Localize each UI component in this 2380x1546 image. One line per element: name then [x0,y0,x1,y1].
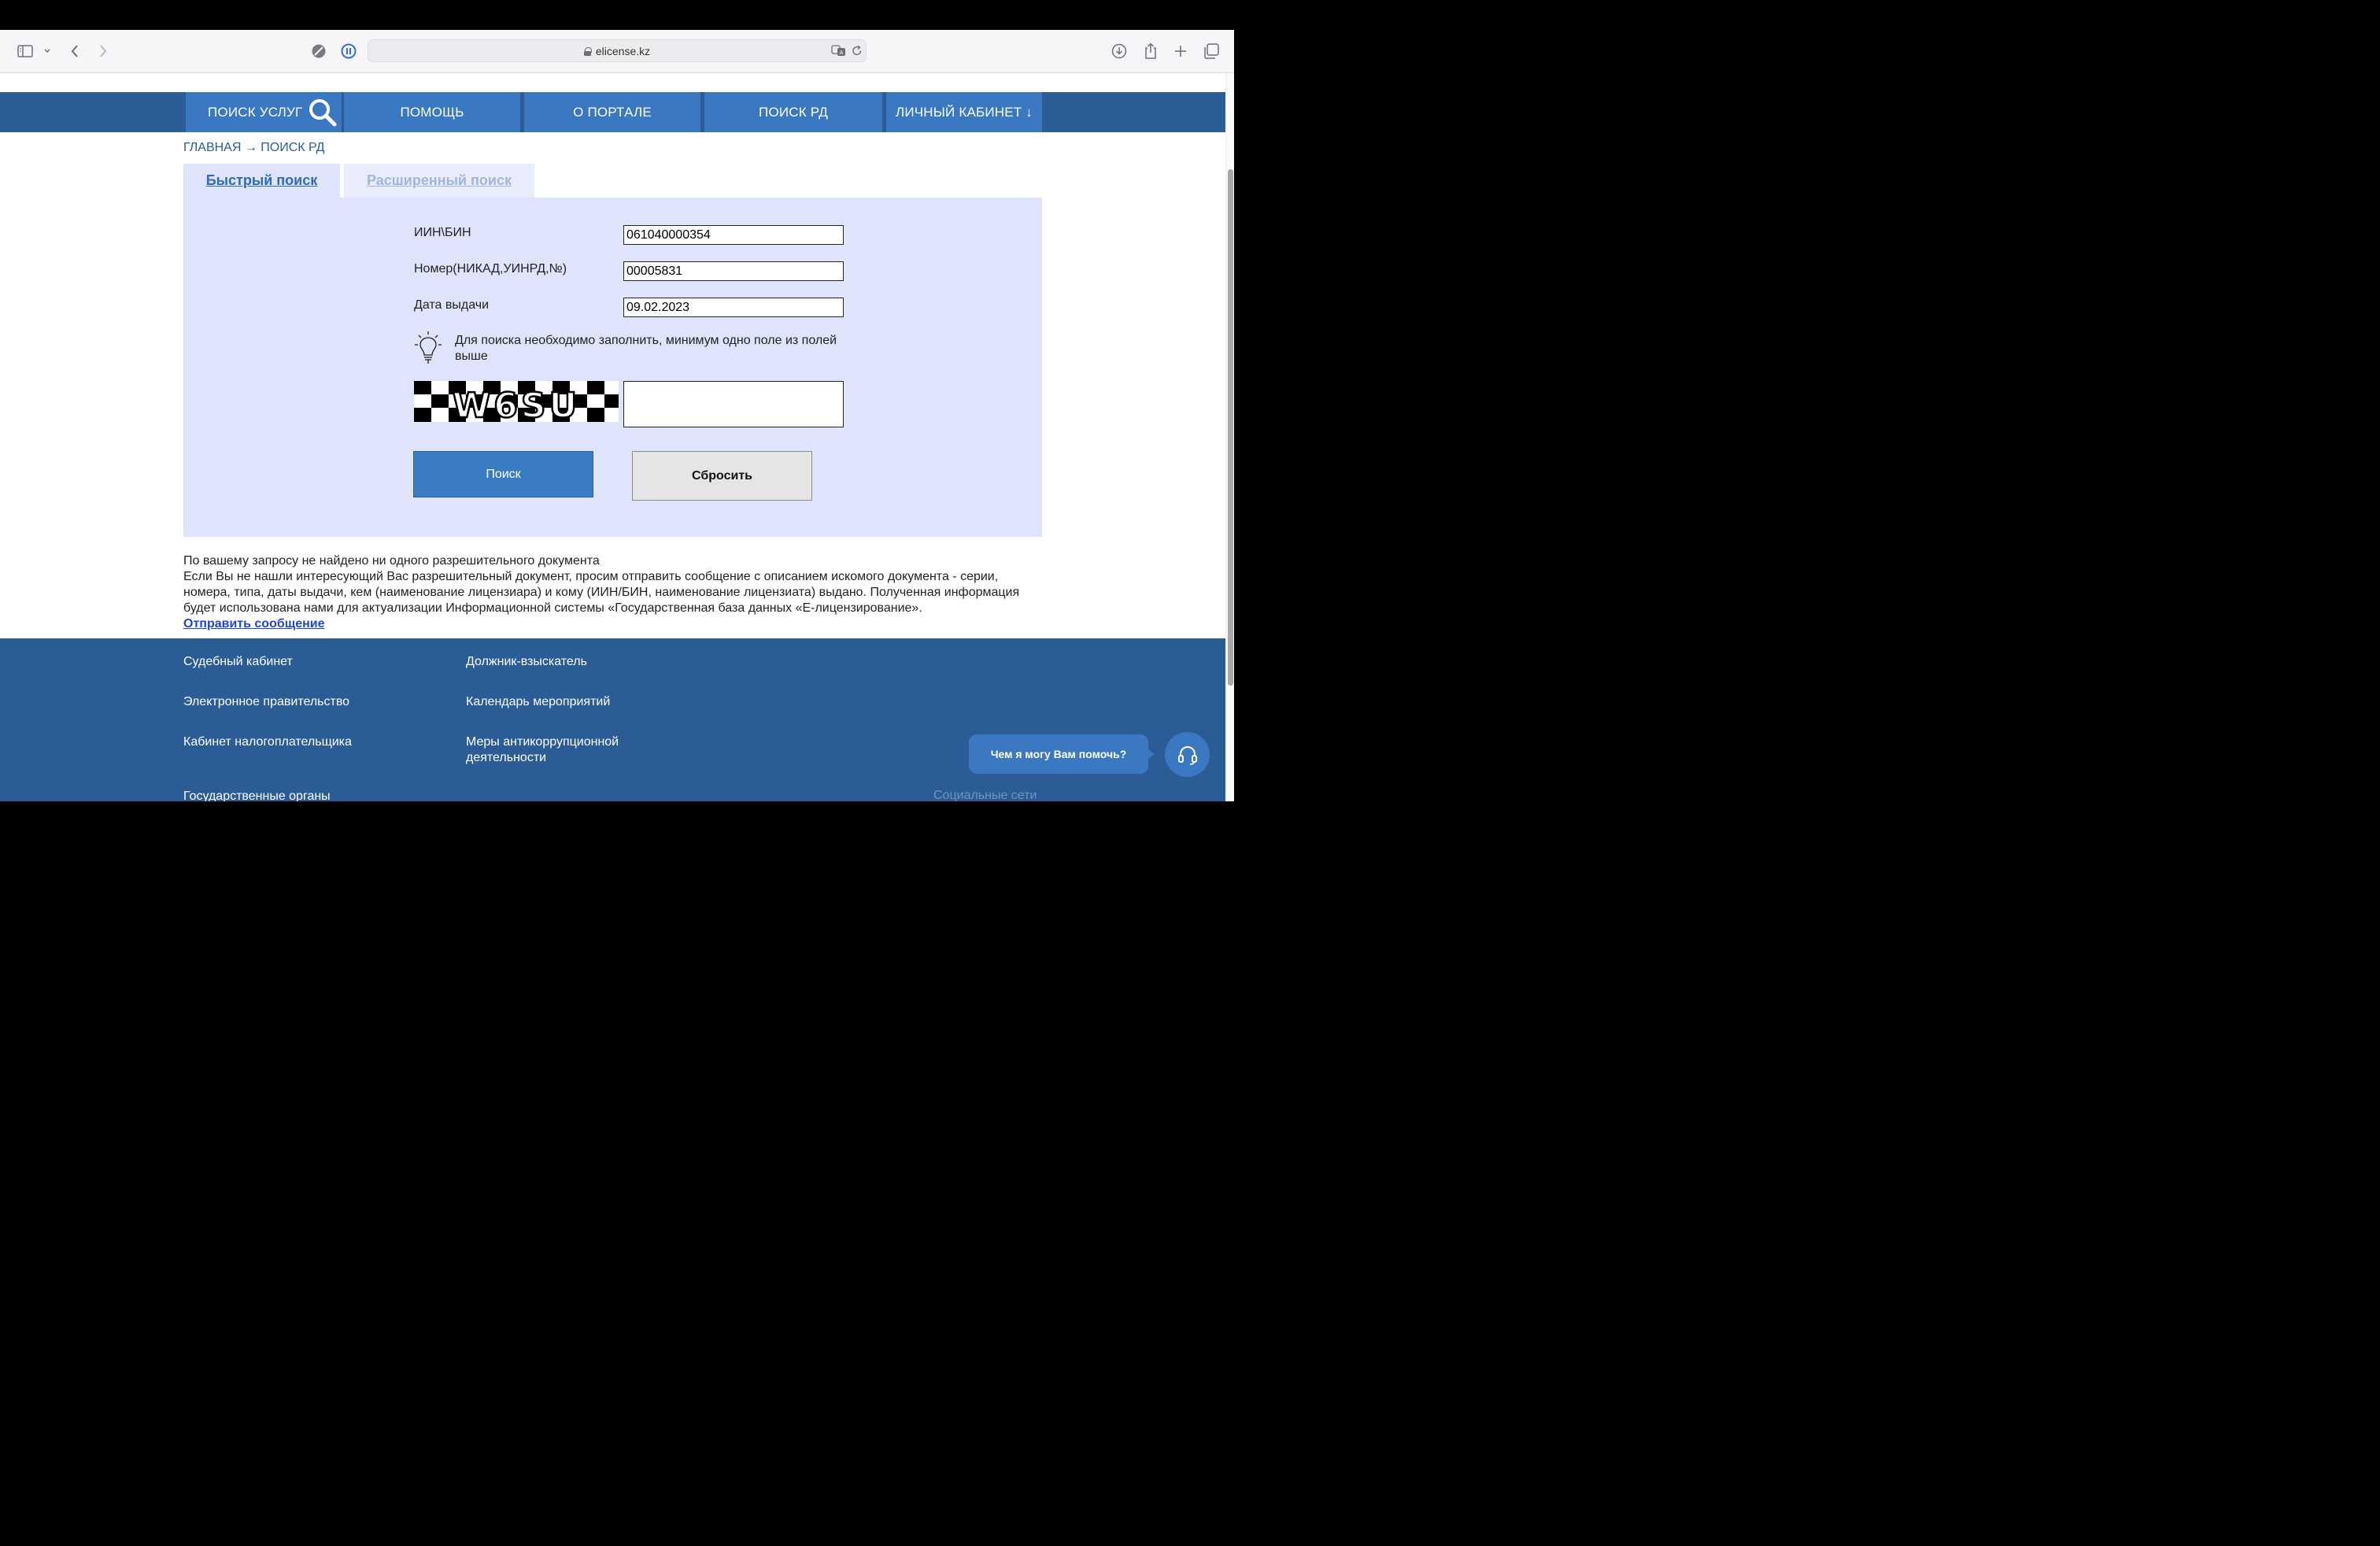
headset-icon [1177,745,1197,765]
footer-link-calendar[interactable]: Календарь мероприятий [466,694,610,710]
footer-link-taxpayer[interactable]: Кабинет налогоплательщика [183,734,352,750]
chat-button[interactable] [1165,732,1210,777]
breadcrumb[interactable]: ГЛАВНАЯ → ПОИСК РД [183,141,324,155]
captcha-image: W6SU [414,381,619,422]
number-field[interactable] [623,261,844,281]
page-scrollbar[interactable] [1225,73,1234,801]
not-found-message: По вашему запросу не найдено ни одного р… [183,554,600,568]
new-tab-icon[interactable] [1172,41,1189,61]
share-icon[interactable] [1142,41,1159,61]
download-icon[interactable] [1111,41,1128,61]
lock-icon [583,47,592,56]
footer-link-court[interactable]: Судебный кабинет [183,654,293,670]
footer-link-anticorruption[interactable]: Меры антикоррупционной деятельности [466,734,647,766]
forward-icon[interactable] [95,41,111,61]
main-navigation: ПОИСК УСЛУГ ПОМОЩЬ О ПОРТАЛЕ ПОИСК РД ЛИ… [0,92,1225,132]
scrollbar-thumb[interactable] [1228,169,1233,686]
reload-icon[interactable] [852,45,863,61]
address-bar[interactable]: elicense.kz A [368,39,867,62]
url-text: elicense.kz [595,45,651,57]
search-hint: Для поиска необходимо заполнить, минимум… [455,334,837,363]
footer-link-debtor[interactable]: Должник-взыскатель [466,654,587,670]
browser-toolbar: elicense.kz A [0,30,1234,73]
reset-button[interactable]: Сбросить [632,451,812,501]
captcha-input[interactable] [623,381,844,427]
sidebar-icon[interactable] [16,41,35,61]
iin-field[interactable] [623,225,844,245]
footer: Судебный кабинет Электронное правительст… [0,638,1225,801]
search-form-panel: ИИН\БИН Номер(НИКАД,УИНРД,№) Дата выдачи… [183,198,1042,537]
iin-label: ИИН\БИН [414,226,471,239]
search-button[interactable]: Поиск [413,451,593,497]
svg-text:A: A [840,50,844,56]
number-label: Номер(НИКАД,УИНРД,№) [414,262,567,276]
footer-link-gov-bodies[interactable]: Государственные органы [183,789,331,801]
nav-search-services[interactable]: ПОИСК УСЛУГ [186,92,342,132]
chat-prompt[interactable]: Чем я могу Вам помочь? [969,734,1155,774]
result-description: Если Вы не нашли интересующий Вас разреш… [183,570,1020,615]
search-icon [309,99,337,127]
lightbulb-icon [415,331,442,364]
back-icon[interactable] [67,41,83,61]
chevron-down-icon[interactable] [42,41,53,61]
nav-search-services-label: ПОИСК УСЛУГ [208,104,303,120]
captcha-text: W6SU [453,386,581,422]
pause-extension-icon[interactable] [340,41,357,61]
web-page: ПОИСК УСЛУГ ПОМОЩЬ О ПОРТАЛЕ ПОИСК РД ЛИ… [0,73,1225,801]
nav-about[interactable]: О ПОРТАЛЕ [524,92,700,132]
send-message-link[interactable]: Отправить сообщение [183,617,325,631]
screen-top-bar [0,0,1234,30]
date-label: Дата выдачи [414,298,490,312]
tab-overview-icon[interactable] [1203,41,1220,61]
nav-search-rd[interactable]: ПОИСК РД [704,92,882,132]
translate-icon[interactable]: A [831,44,847,61]
tab-advanced-search[interactable]: Расширенный поиск [344,164,534,198]
search-result: По вашему запросу не найдено ни одного р… [183,553,1045,632]
nav-cabinet[interactable]: ЛИЧНЫЙ КАБИНЕТ ↓ [886,92,1042,132]
block-extension-icon[interactable] [310,41,327,61]
date-field[interactable] [623,298,844,317]
footer-social-heading: Социальные сети [933,789,1037,801]
tab-quick-search[interactable]: Быстрый поиск [183,164,340,198]
nav-help[interactable]: ПОМОЩЬ [344,92,520,132]
footer-link-egov[interactable]: Электронное правительство [183,694,349,710]
